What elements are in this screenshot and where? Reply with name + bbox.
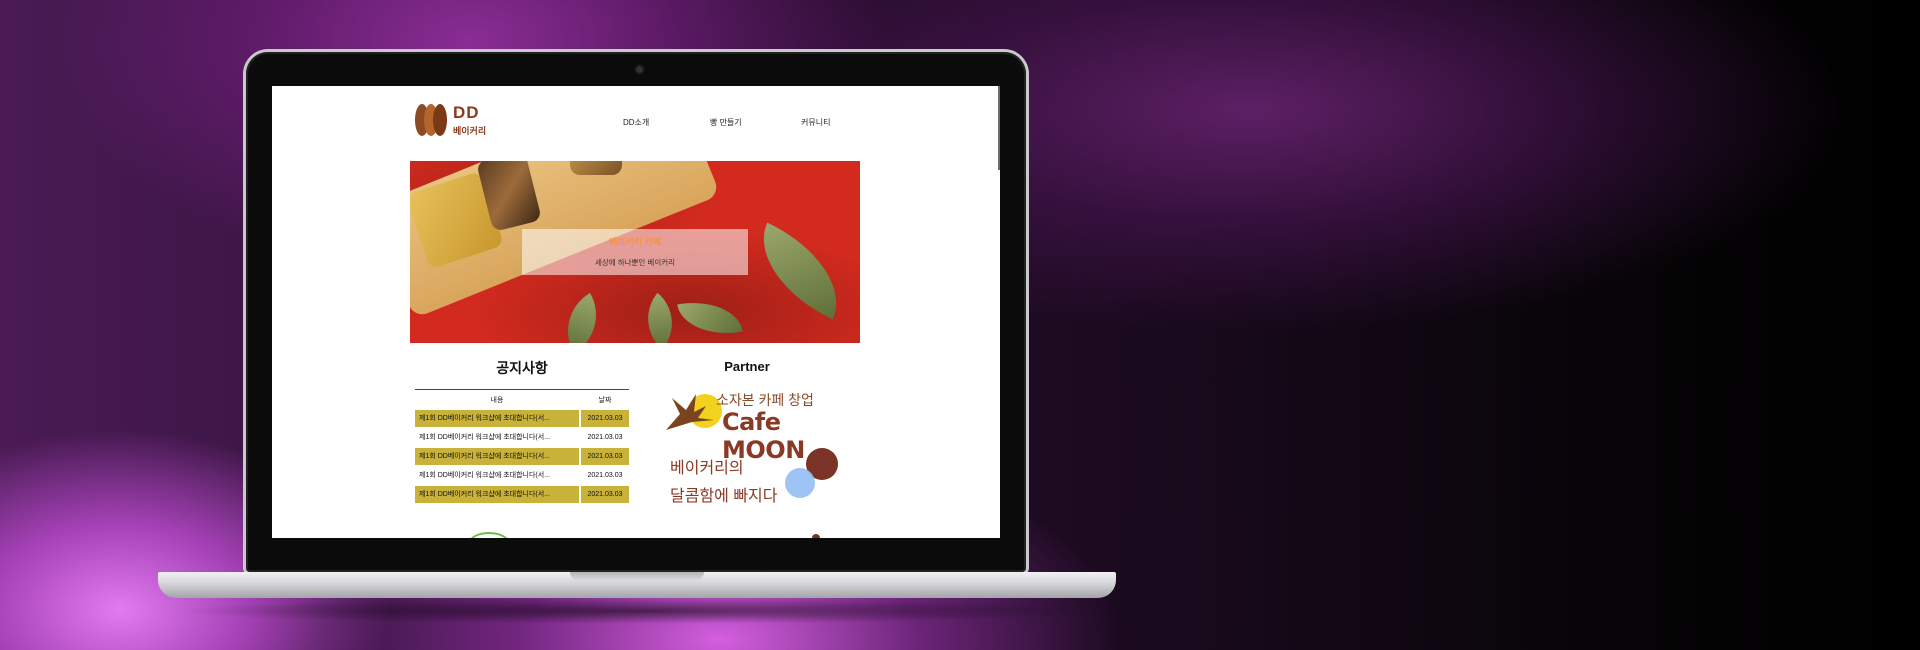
partial-logo-icon bbox=[812, 534, 820, 538]
laptop-shadow bbox=[170, 598, 1110, 624]
hero-caption-box: 베이커리 카페 세상에 하나뿐인 베이커리 bbox=[522, 229, 748, 275]
notice-table: 내용 날짜 제1회 DD베이커리 워크샵에 초대합니다(서... 2021.03… bbox=[415, 389, 629, 503]
laptop-base bbox=[158, 572, 1116, 598]
laptop-notch bbox=[570, 572, 704, 580]
circle-decoration bbox=[785, 468, 815, 498]
bean-logo-icon bbox=[415, 104, 449, 136]
scrollbar[interactable] bbox=[998, 86, 1000, 170]
logo-subtext: 베이커리 bbox=[453, 126, 487, 136]
table-row[interactable]: 제1회 DD베이커리 워크샵에 초대합니다(서... 2021.03.03 bbox=[415, 486, 629, 503]
partner-banner[interactable]: 소자본 카페 창업 Cafe MOON 베이커리의 달콤함에 빠지다 bbox=[660, 386, 840, 510]
table-row[interactable]: 제1회 DD베이커리 워크샵에 초대합니다(서... 2021.03.03 bbox=[415, 467, 629, 484]
partner-slogan-2: 달콤함에 빠지다 bbox=[670, 488, 778, 505]
nav-item-baking[interactable]: 빵 만들기 bbox=[710, 117, 742, 128]
browser-viewport: DD 베이커리 DD소개 빵 만들기 커뮤니티 베이커리 카페 세상에 하나뿐인… bbox=[272, 86, 1000, 538]
hero-title: 베이커리 카페 bbox=[608, 237, 662, 247]
hero-banner: 베이커리 카페 세상에 하나뿐인 베이커리 bbox=[410, 161, 860, 343]
table-header: 내용 날짜 bbox=[415, 390, 629, 408]
notice-date: 2021.03.03 bbox=[581, 448, 629, 465]
table-row[interactable]: 제1회 DD베이커리 워크샵에 초대합니다(서... 2021.03.03 bbox=[415, 410, 629, 427]
column-header-content: 내용 bbox=[490, 397, 504, 404]
notice-content[interactable]: 제1회 DD베이커리 워크샵에 초대합니다(서... bbox=[415, 448, 579, 465]
partner-slogan-1: 베이커리의 bbox=[670, 460, 744, 477]
notice-title: 공지사항 bbox=[496, 360, 548, 376]
notice-date: 2021.03.03 bbox=[581, 410, 629, 427]
column-header-date: 날짜 bbox=[598, 397, 612, 404]
hero-subtitle: 세상에 하나뿐인 베이커리 bbox=[594, 258, 676, 267]
partner-title: Partner bbox=[724, 359, 770, 374]
cake-piece-image bbox=[570, 161, 622, 175]
notice-date: 2021.03.03 bbox=[581, 486, 629, 503]
nav-item-about[interactable]: DD소개 bbox=[623, 117, 649, 128]
notice-date: 2021.03.03 bbox=[587, 434, 623, 441]
notice-content[interactable]: 제1회 DD베이커리 워크샵에 초대합니다(서... bbox=[415, 486, 579, 503]
notice-content[interactable]: 제1회 DD베이커리 워크샵에 초대합니다(서... bbox=[415, 429, 579, 446]
notice-date: 2021.03.03 bbox=[587, 472, 623, 479]
partner-tagline: 소자본 카페 창업 bbox=[716, 392, 814, 408]
nav-item-community[interactable]: 커뮤니티 bbox=[801, 117, 830, 128]
notice-content[interactable]: 제1회 DD베이커리 워크샵에 초대합니다(서... bbox=[415, 467, 579, 484]
logo-text: DD bbox=[453, 103, 480, 122]
notice-content[interactable]: 제1회 DD베이커리 워크샵에 초대합니다(서... bbox=[415, 410, 579, 427]
table-row[interactable]: 제1회 DD베이커리 워크샵에 초대합니다(서... 2021.03.03 bbox=[415, 429, 629, 446]
site-logo[interactable]: DD 베이커리 bbox=[415, 102, 505, 138]
table-row[interactable]: 제1회 DD베이커리 워크샵에 초대합니다(서... 2021.03.03 bbox=[415, 448, 629, 465]
camera-icon bbox=[636, 66, 643, 73]
partial-logo-icon bbox=[468, 532, 510, 538]
bird-icon bbox=[666, 394, 714, 430]
